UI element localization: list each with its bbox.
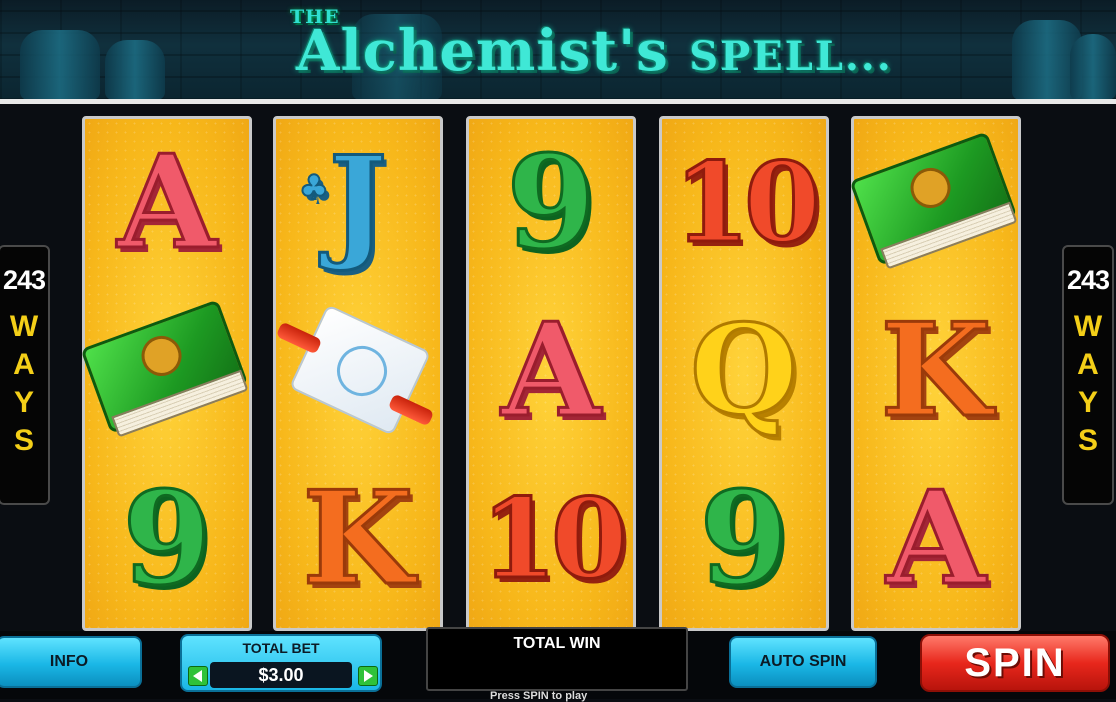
ways-panel-right: 243 W A Y S <box>1062 245 1114 505</box>
symbol-q: Q <box>688 298 799 443</box>
ways-panel-left: 243 W A Y S <box>0 245 50 505</box>
reel-3: 9 A 10 <box>466 116 636 631</box>
total-bet-panel: TOTAL BET $3.00 <box>180 634 382 692</box>
ways-count: 243 <box>1066 265 1110 295</box>
ways-count: 243 <box>2 265 46 295</box>
reel-symbol <box>275 287 440 455</box>
ways-letter: Y <box>13 386 34 419</box>
symbol-9: 9 <box>121 464 213 614</box>
total-bet-label: TOTAL BET <box>242 640 320 656</box>
reel-symbol: K <box>854 287 1018 455</box>
reel-symbol: 10 <box>662 119 826 287</box>
info-button[interactable]: INFO <box>0 636 142 688</box>
spell-book-icon <box>80 299 253 444</box>
symbol-9: 9 <box>698 464 790 614</box>
reel-symbol: J ♣ <box>276 119 440 287</box>
symbol-j: J ♣ <box>298 130 389 275</box>
bet-increase-arrow-icon[interactable] <box>358 666 378 686</box>
bet-decrease-arrow-icon[interactable] <box>188 666 208 686</box>
spin-button[interactable]: SPIN <box>920 634 1110 692</box>
reel-symbol: 10 <box>469 455 633 623</box>
symbol-a: A <box>116 128 218 278</box>
reel-symbol: A <box>85 119 249 287</box>
ways-letter: A <box>1077 348 1099 381</box>
reel-4: 10 Q 9 <box>659 116 829 631</box>
symbol-10: 10 <box>672 138 822 267</box>
total-win-label: TOTAL WIN <box>513 635 601 652</box>
symbol-a: A <box>885 464 987 614</box>
header-divider <box>0 99 1116 104</box>
game-title: Alchemist's SPELL... <box>296 18 893 84</box>
ways-letter: S <box>13 424 34 457</box>
reel-symbol: 9 <box>85 455 249 623</box>
reel-symbol: A <box>854 455 1018 623</box>
reel-symbol: Q <box>662 287 826 455</box>
club-suit-icon: ♣ <box>298 168 331 208</box>
title-sub: SPELL... <box>689 33 893 80</box>
symbol-k: K <box>879 296 993 446</box>
reel-symbol: 9 <box>662 455 826 623</box>
jar-decoration-left-2 <box>105 40 165 100</box>
symbol-k: K <box>301 464 415 614</box>
reel-symbol <box>849 119 1018 287</box>
title-main: Alchemist's <box>296 18 669 84</box>
press-spin-hint: Press SPIN to play <box>490 690 588 702</box>
reel-2: J ♣ K <box>273 116 443 631</box>
reel-symbol: K <box>276 455 440 623</box>
total-win-panel: TOTAL WIN <box>426 627 688 691</box>
jar-decoration-left <box>20 30 100 100</box>
ways-label: W A Y S <box>1064 308 1112 460</box>
ways-letter: Y <box>1077 386 1098 419</box>
total-bet-value: $3.00 <box>258 665 304 685</box>
ways-letter: W <box>9 310 39 343</box>
ways-letter: A <box>13 348 35 381</box>
symbol-10: 10 <box>479 474 629 603</box>
ways-letter: W <box>1073 310 1103 343</box>
spell-book-icon <box>849 131 1022 276</box>
reel-symbol <box>80 287 249 455</box>
jar-decoration-right-2 <box>1070 34 1116 100</box>
auto-spin-button[interactable]: AUTO SPIN <box>729 636 877 688</box>
reel-5: KA <box>849 116 1021 631</box>
reel-symbol: 9 <box>469 119 633 287</box>
game-header: THE Alchemist's SPELL... <box>0 0 1116 100</box>
reel-symbol: A <box>469 287 633 455</box>
symbol-a: A <box>500 296 602 446</box>
ways-letter: S <box>1077 424 1098 457</box>
scroll-icon <box>275 296 435 446</box>
ways-label: W A Y S <box>0 308 48 460</box>
reel-1: A9 <box>80 116 252 631</box>
symbol-9: 9 <box>505 128 597 278</box>
